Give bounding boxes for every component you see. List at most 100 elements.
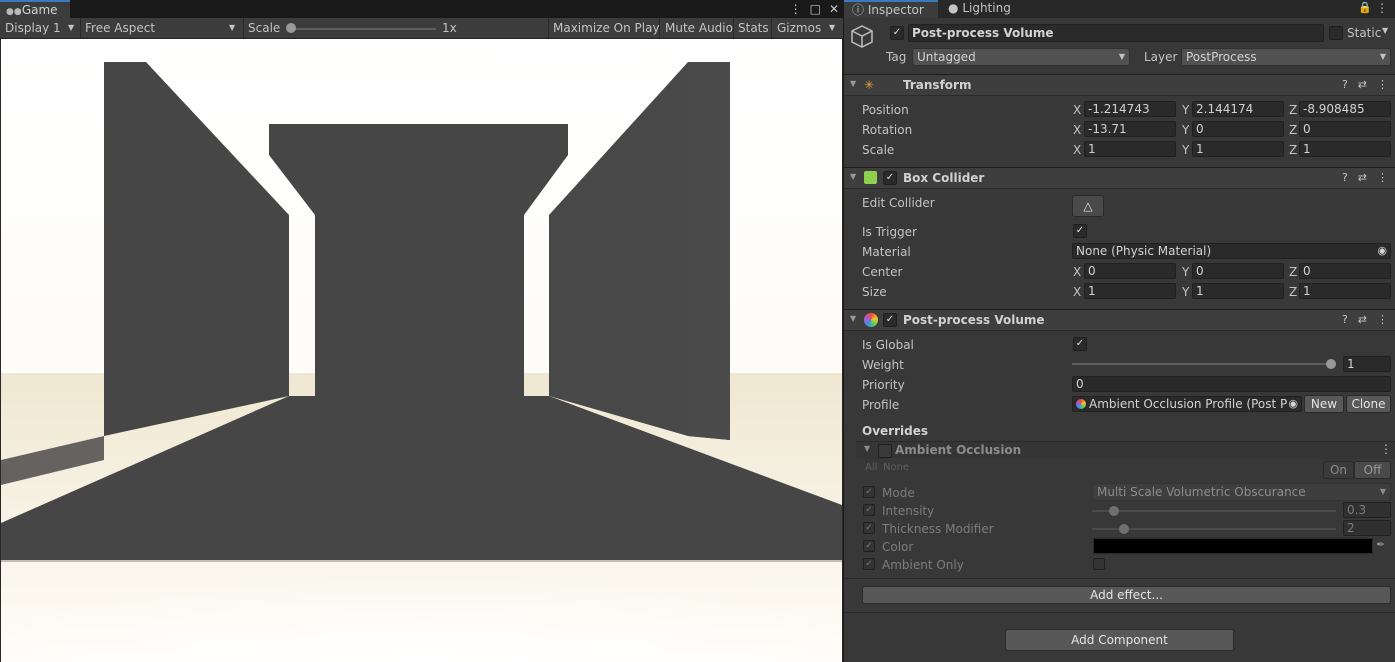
position-z-field[interactable]: -8.908485 <box>1299 101 1391 117</box>
static-checkbox[interactable] <box>1329 26 1343 40</box>
clone-profile-button[interactable]: Clone <box>1346 395 1391 413</box>
component-menu-icon[interactable]: ⋮ <box>1377 78 1388 91</box>
weight-slider-track[interactable] <box>1072 363 1330 365</box>
gameobject-active-checkbox[interactable]: ✓ <box>890 26 904 40</box>
gizmos-dropdown-arrow-icon[interactable]: ▼ <box>829 18 835 38</box>
lock-icon[interactable]: 🔒 <box>1358 1 1372 14</box>
intensity-field[interactable]: 0.3 <box>1343 502 1391 518</box>
scale-x-field[interactable]: 1 <box>1084 141 1176 157</box>
gizmos-toggle[interactable]: Gizmos <box>777 18 821 38</box>
rotation-x-field[interactable]: -13.71 <box>1084 121 1176 137</box>
more-options-icon[interactable]: ⋮ <box>790 0 802 18</box>
axis-z-label[interactable]: Z <box>1289 284 1297 300</box>
center-x-field[interactable]: 0 <box>1084 263 1176 279</box>
game-viewport[interactable] <box>1 39 842 662</box>
stats-toggle[interactable]: Stats <box>738 18 769 38</box>
axis-x-label[interactable]: X <box>1073 122 1081 138</box>
display-dropdown-arrow-icon[interactable]: ▼ <box>68 18 74 38</box>
edit-collider-button[interactable]: △ <box>1072 195 1104 217</box>
position-y-field[interactable]: 2.144174 <box>1192 101 1284 117</box>
size-x-field[interactable]: 1 <box>1084 283 1176 299</box>
weight-slider-thumb[interactable] <box>1326 359 1336 369</box>
maximize-window-icon[interactable]: □ <box>810 0 821 18</box>
size-z-field[interactable]: 1 <box>1299 283 1391 299</box>
static-dropdown-arrow-icon[interactable]: ▼ <box>1382 26 1388 35</box>
foldout-arrow-icon[interactable]: ▼ <box>850 314 856 323</box>
axis-y-label[interactable]: Y <box>1182 122 1189 138</box>
ambient-only-override-checkbox[interactable]: ✓ <box>863 558 875 570</box>
ambient-occlusion-enabled-checkbox[interactable] <box>878 444 892 458</box>
size-y-field[interactable]: 1 <box>1192 283 1284 299</box>
gameobject-name-field[interactable]: Post-process Volume <box>908 24 1324 42</box>
foldout-arrow-icon[interactable]: ▼ <box>864 444 870 453</box>
help-icon[interactable]: ? <box>1342 313 1348 326</box>
color-override-checkbox[interactable]: ✓ <box>863 540 875 552</box>
none-toggle[interactable]: None <box>883 460 909 476</box>
presets-icon[interactable]: ⇄ <box>1358 78 1367 91</box>
object-picker-icon[interactable]: ◉ <box>1377 244 1387 258</box>
component-menu-icon[interactable]: ⋮ <box>1377 313 1388 326</box>
on-button[interactable]: On <box>1323 461 1354 479</box>
thickness-field[interactable]: 2 <box>1343 520 1391 536</box>
intensity-slider-track[interactable] <box>1092 510 1336 512</box>
post-process-volume-header[interactable]: ▼ ✓ Post-process Volume ? ⇄ ⋮ <box>844 309 1395 331</box>
axis-x-label[interactable]: X <box>1073 102 1081 118</box>
tab-game[interactable]: ●● Game <box>0 0 70 18</box>
scale-slider-thumb[interactable] <box>286 23 296 33</box>
axis-y-label[interactable]: Y <box>1182 284 1189 300</box>
axis-y-label[interactable]: Y <box>1182 142 1189 158</box>
maximize-on-play-toggle[interactable]: Maximize On Play <box>553 18 660 38</box>
aspect-dropdown-arrow-icon[interactable]: ▼ <box>229 18 235 38</box>
mute-audio-toggle[interactable]: Mute Audio <box>665 18 733 38</box>
position-x-field[interactable]: -1.214743 <box>1084 101 1176 117</box>
layer-dropdown[interactable]: PostProcess ▼ <box>1181 48 1391 66</box>
help-icon[interactable]: ? <box>1342 171 1348 184</box>
box-collider-header[interactable]: ▼ ✓ Box Collider ? ⇄ ⋮ <box>844 167 1395 189</box>
axis-y-label[interactable]: Y <box>1182 264 1189 280</box>
priority-field[interactable]: 0 <box>1072 376 1391 392</box>
is-global-checkbox[interactable]: ✓ <box>1073 337 1087 351</box>
display-dropdown[interactable]: Display 1 <box>5 18 61 38</box>
post-process-volume-enabled-checkbox[interactable]: ✓ <box>883 313 897 327</box>
effect-menu-icon[interactable]: ⋮ <box>1380 442 1392 456</box>
thickness-slider-thumb[interactable] <box>1119 524 1129 534</box>
object-picker-icon[interactable]: ◉ <box>1288 397 1298 411</box>
component-menu-icon[interactable]: ⋮ <box>1377 171 1388 184</box>
axis-x-label[interactable]: X <box>1073 142 1081 158</box>
axis-x-label[interactable]: X <box>1073 284 1081 300</box>
close-icon[interactable]: ✕ <box>829 0 839 18</box>
ambient-occlusion-header[interactable]: ▼ Ambient Occlusion ⋮ <box>856 441 1395 459</box>
is-trigger-checkbox[interactable]: ✓ <box>1073 224 1087 238</box>
foldout-arrow-icon[interactable]: ▼ <box>850 79 856 88</box>
tab-inspector[interactable]: ⓘ Inspector <box>844 0 938 18</box>
mode-override-checkbox[interactable]: ✓ <box>863 486 875 498</box>
new-profile-button[interactable]: New <box>1304 395 1344 413</box>
scale-z-field[interactable]: 1 <box>1299 141 1391 157</box>
intensity-override-checkbox[interactable]: ✓ <box>863 504 875 516</box>
profile-field[interactable]: Ambient Occlusion Profile (Post Prc ◉ <box>1072 396 1302 412</box>
eyedropper-icon[interactable]: ✒ <box>1376 538 1385 551</box>
scale-slider-track[interactable] <box>291 28 436 30</box>
axis-z-label[interactable]: Z <box>1289 142 1297 158</box>
mode-dropdown[interactable]: Multi Scale Volumetric Obscurance ▼ <box>1092 483 1391 501</box>
tag-dropdown[interactable]: Untagged ▼ <box>912 48 1130 66</box>
intensity-slider-thumb[interactable] <box>1109 506 1119 516</box>
off-button[interactable]: Off <box>1354 461 1391 479</box>
axis-z-label[interactable]: Z <box>1289 122 1297 138</box>
axis-y-label[interactable]: Y <box>1182 102 1189 118</box>
ambient-only-checkbox[interactable] <box>1093 558 1105 570</box>
axis-x-label[interactable]: X <box>1073 264 1081 280</box>
all-toggle[interactable]: All <box>865 460 877 476</box>
material-field[interactable]: None (Physic Material) ◉ <box>1072 243 1391 259</box>
scale-y-field[interactable]: 1 <box>1192 141 1284 157</box>
add-effect-button[interactable]: Add effect... <box>862 586 1391 604</box>
weight-field[interactable]: 1 <box>1343 356 1391 372</box>
foldout-arrow-icon[interactable]: ▼ <box>850 172 856 181</box>
axis-z-label[interactable]: Z <box>1289 264 1297 280</box>
help-icon[interactable]: ? <box>1342 78 1348 91</box>
box-collider-enabled-checkbox[interactable]: ✓ <box>883 171 897 185</box>
center-y-field[interactable]: 0 <box>1192 263 1284 279</box>
more-options-icon[interactable]: ⋮ <box>1376 1 1388 15</box>
aspect-dropdown[interactable]: Free Aspect <box>85 18 155 38</box>
center-z-field[interactable]: 0 <box>1299 263 1391 279</box>
